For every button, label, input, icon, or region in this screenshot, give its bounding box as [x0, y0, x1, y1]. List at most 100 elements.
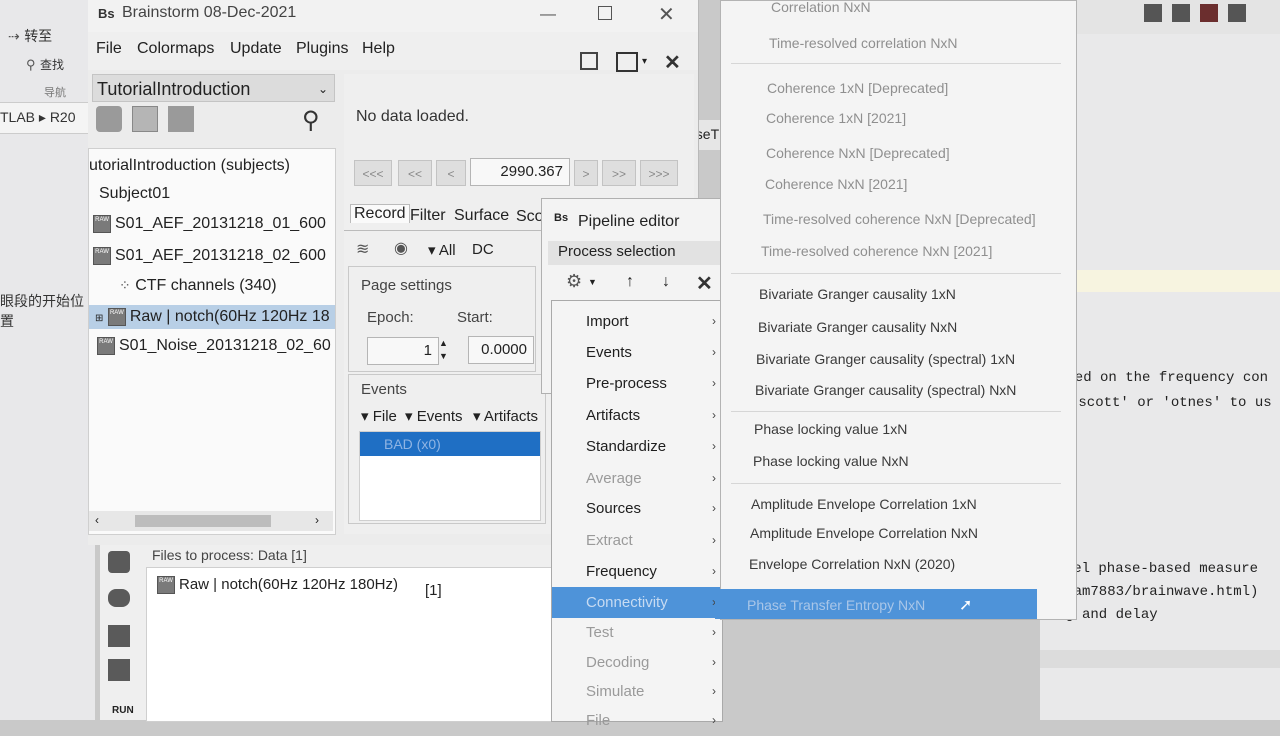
copy-icon[interactable] — [1228, 4, 1246, 22]
menu-item-frequency[interactable]: Frequency › — [552, 556, 722, 587]
move-down-icon[interactable]: ↓ — [662, 273, 670, 291]
tree-subject[interactable]: Subject01 — [99, 185, 170, 203]
submenu-item[interactable]: Coherence NxN [Deprecated] — [766, 145, 950, 161]
menu-item-connectivity[interactable]: Connectivity › — [552, 587, 722, 618]
run-button[interactable]: RUN — [112, 705, 134, 716]
menu-item-events[interactable]: Events › — [552, 337, 722, 368]
submenu-item[interactable]: Coherence 1xN [2021] — [766, 110, 906, 126]
submenu-item[interactable]: Correlation NxN — [771, 0, 871, 15]
submenu-item[interactable]: Bivariate Granger causality (spectral) 1… — [756, 351, 1015, 367]
record-icon[interactable]: ◉ — [394, 238, 408, 258]
tree-root[interactable]: utorialIntroduction (subjects) — [89, 157, 290, 175]
anatomy-view-icon[interactable] — [132, 106, 158, 132]
menu-item-import[interactable]: Import › — [552, 306, 722, 337]
menu-item-file[interactable]: File › — [552, 705, 722, 736]
scroll-right-icon[interactable]: › — [315, 513, 319, 527]
menu-item-extract[interactable]: Extract › — [552, 525, 722, 556]
submenu-item[interactable]: Bivariate Granger causality 1xN — [759, 286, 956, 302]
tab-surface[interactable]: Surface — [454, 207, 509, 225]
menu-item-decoding[interactable]: Decoding › — [552, 647, 722, 678]
layout-icon[interactable] — [616, 52, 638, 72]
menu-item-sources[interactable]: Sources › — [552, 493, 722, 524]
submenu-item[interactable]: Coherence 1xN [Deprecated] — [767, 80, 948, 96]
waves-icon[interactable]: ≋ — [356, 239, 369, 259]
submenu-item[interactable]: Phase locking value 1xN — [754, 421, 907, 437]
menu-file[interactable]: File — [96, 40, 122, 58]
time-field[interactable]: 2990.367 — [470, 158, 570, 186]
submenu-item[interactable]: Bivariate Granger causality (spectral) N… — [755, 382, 1016, 398]
menu-update[interactable]: Update — [230, 40, 282, 58]
nav-prev-fast-button[interactable]: << — [398, 160, 432, 186]
menu-colormaps[interactable]: Colormaps — [137, 40, 214, 58]
move-up-icon[interactable]: ↑ — [626, 273, 634, 291]
tree-horizontal-scrollbar[interactable]: ‹ › — [89, 511, 333, 531]
menu-item-simulate[interactable]: Simulate › — [552, 676, 722, 707]
chevron-down-icon[interactable]: ▾ — [642, 56, 647, 67]
study-view-icon[interactable] — [168, 106, 194, 132]
list-view-icon[interactable] — [580, 52, 598, 70]
nav-next-fast-button[interactable]: >> — [602, 160, 636, 186]
submenu-item[interactable]: Envelope Correlation NxN (2020) — [749, 556, 955, 572]
find-button[interactable]: ⚲ 查找 — [26, 56, 64, 74]
delete-icon[interactable]: ✕ — [696, 271, 713, 296]
event-item-bad[interactable]: BAD (x0) — [360, 432, 540, 456]
open-icon[interactable] — [1144, 4, 1162, 22]
search-icon[interactable]: ⚲ — [302, 106, 320, 135]
nav-next-button[interactable]: > — [574, 160, 598, 186]
menu-plugins[interactable]: Plugins — [296, 40, 348, 58]
brain-icon[interactable] — [108, 589, 130, 607]
submenu-item[interactable]: Phase Transfer Entropy NxN — [747, 597, 925, 613]
menu-help[interactable]: Help — [362, 40, 395, 58]
scroll-left-icon[interactable]: ‹ — [95, 513, 99, 527]
functional-view-icon[interactable] — [96, 106, 122, 132]
spinner-arrows-icon[interactable]: ▲ ▼ — [439, 337, 448, 363]
nav-first-button[interactable]: <<< — [354, 160, 392, 186]
tree-item[interactable]: RAW S01_Noise_20131218_02_60 — [97, 337, 333, 355]
tab-scouts[interactable]: Sco — [516, 208, 544, 226]
submenu-item[interactable]: Time-resolved correlation NxN — [769, 35, 958, 51]
stack-icon[interactable] — [108, 625, 130, 647]
close-panel-icon[interactable]: ✕ — [664, 50, 681, 75]
tree-item-selected[interactable]: ⊞ RAW Raw | notch(60Hz 120Hz 18 — [89, 305, 335, 329]
tree-item[interactable]: ⁘ CTF channels (340) — [119, 277, 333, 295]
gear-icon[interactable]: ⚙ — [566, 271, 582, 292]
process-icon[interactable] — [108, 551, 130, 573]
menu-item-average[interactable]: Average › — [552, 463, 722, 494]
horizontal-scrollbar[interactable] — [1040, 650, 1280, 668]
tree-item[interactable]: RAW S01_AEF_20131218_02_600 — [93, 247, 333, 265]
goto-button[interactable]: ⇢ 转至 — [8, 26, 88, 46]
submenu-item[interactable]: Amplitude Envelope Correlation NxN — [750, 525, 978, 541]
menu-item-standardize[interactable]: Standardize › — [552, 431, 722, 462]
dc-offset-button[interactable]: DC — [472, 241, 494, 258]
montage-dropdown[interactable]: ▾ All — [428, 241, 456, 259]
events-file-menu[interactable]: ▾ File — [361, 407, 397, 425]
menu-item-artifacts[interactable]: Artifacts › — [552, 400, 722, 431]
submenu-item[interactable]: Time-resolved coherence NxN [Deprecated] — [763, 211, 1036, 227]
chevron-down-icon[interactable]: ▼ — [588, 277, 597, 287]
submenu-item[interactable]: Bivariate Granger causality NxN — [758, 319, 957, 335]
menu-item-test[interactable]: Test › — [552, 617, 722, 648]
cut-icon[interactable] — [1200, 4, 1218, 22]
nav-last-button[interactable]: >>> — [640, 160, 678, 186]
path-breadcrumb[interactable]: TLAB ▸ R20 — [0, 109, 76, 126]
tab-record[interactable]: Record — [350, 204, 410, 223]
save-icon[interactable] — [1172, 4, 1190, 22]
tree-item[interactable]: RAW S01_AEF_20131218_01_600 — [93, 215, 333, 233]
results-icon[interactable] — [108, 659, 130, 681]
start-field[interactable]: 0.0000 — [468, 336, 534, 364]
scrollbar-thumb[interactable] — [135, 515, 271, 527]
protocol-select[interactable]: TutorialIntroduction ⌄ — [92, 74, 335, 102]
maximize-icon[interactable] — [598, 6, 612, 20]
menu-item-pre-process[interactable]: Pre-process › — [552, 368, 722, 399]
epoch-spinner[interactable]: 1 — [367, 337, 439, 365]
submenu-item[interactable]: Coherence NxN [2021] — [765, 176, 907, 192]
nav-prev-button[interactable]: < — [436, 160, 466, 186]
tab-filter[interactable]: Filter — [410, 207, 446, 225]
events-events-menu[interactable]: ▾ Events — [405, 407, 463, 425]
events-artifacts-menu[interactable]: ▾ Artifacts — [473, 407, 538, 425]
minimize-icon[interactable]: — — [540, 6, 556, 24]
submenu-item[interactable]: Time-resolved coherence NxN [2021] — [761, 243, 992, 259]
submenu-item[interactable]: Amplitude Envelope Correlation 1xN — [751, 496, 977, 512]
file-row[interactable]: RAW Raw | notch(60Hz 120Hz 180Hz) — [157, 576, 398, 595]
submenu-item[interactable]: Phase locking value NxN — [753, 453, 909, 469]
